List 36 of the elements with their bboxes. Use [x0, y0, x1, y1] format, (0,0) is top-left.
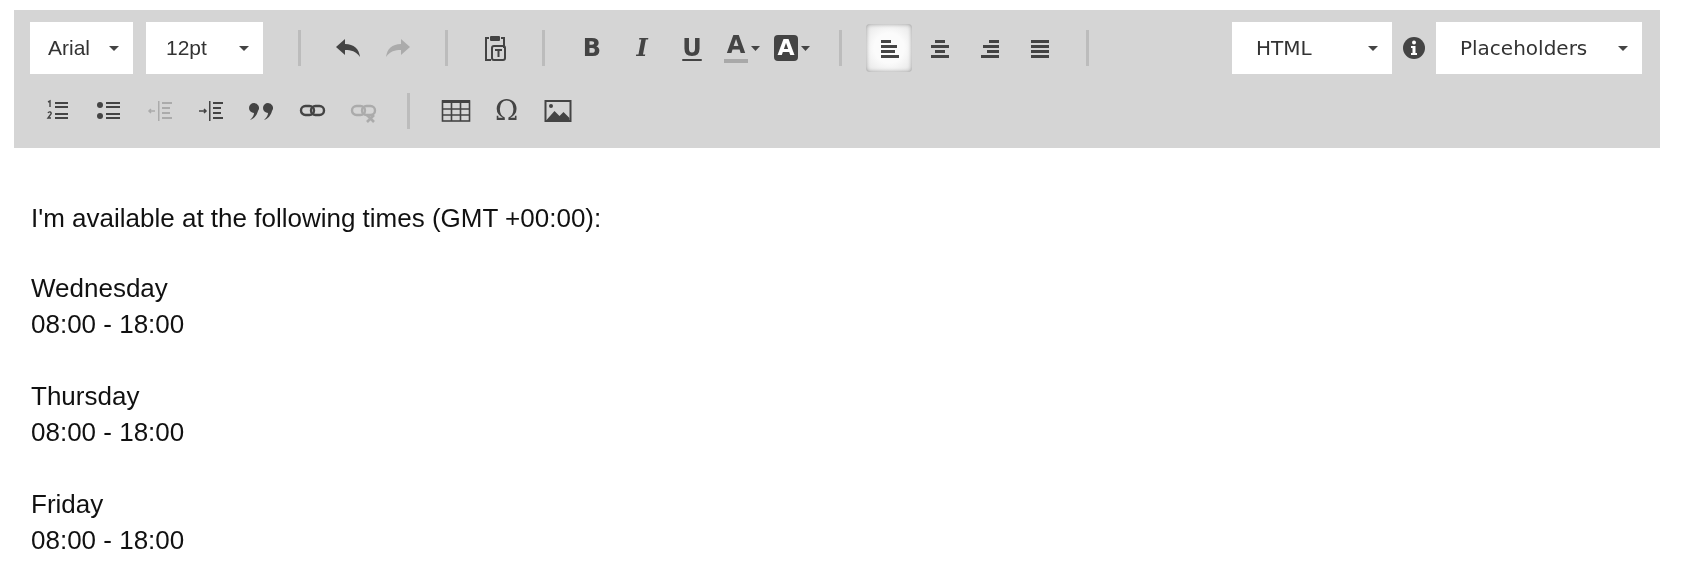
caret-icon — [1368, 45, 1378, 51]
paragraph: I'm available at the following times (GMT +00:00): — [31, 202, 603, 235]
caret-icon — [800, 45, 810, 51]
image-icon — [543, 99, 572, 123]
table-icon — [440, 99, 471, 123]
align-icon — [928, 38, 950, 58]
align-icon — [978, 38, 1000, 58]
text-color-button[interactable]: A — [719, 24, 765, 72]
underline-button[interactable]: U — [669, 24, 715, 72]
dropdown[interactable]: HTML — [1232, 22, 1392, 74]
align-icon — [878, 38, 900, 58]
time-range: 08:00 - 18:00 — [31, 416, 186, 449]
day-name: Wednesday — [31, 272, 169, 305]
day-name: Friday — [31, 488, 105, 521]
time-range: 08:00 - 18:00 — [31, 524, 186, 557]
redo-icon — [385, 38, 411, 58]
italic-button[interactable]: I — [619, 24, 665, 72]
align-left-button[interactable] — [866, 24, 912, 72]
caret-icon — [109, 45, 119, 51]
indent-icon — [197, 99, 224, 123]
undo-icon — [335, 38, 361, 58]
outdent-icon — [146, 99, 173, 123]
dropdown[interactable]: 12pt — [146, 22, 263, 74]
background-color-button[interactable]: A — [769, 24, 815, 72]
dropdown[interactable]: Placeholders — [1436, 22, 1642, 74]
caret-icon — [751, 45, 761, 51]
dropdown[interactable]: Arial — [30, 22, 133, 74]
align-icon — [1028, 38, 1050, 58]
special-character-button[interactable]: Ω — [483, 89, 530, 133]
info-icon — [1402, 36, 1426, 60]
caret-icon — [1618, 45, 1628, 51]
caret-icon — [239, 45, 249, 51]
bold-button[interactable]: B — [569, 24, 615, 72]
day-name: Thursday — [31, 380, 141, 413]
clipboard-icon — [483, 34, 507, 62]
time-range: 08:00 - 18:00 — [31, 308, 186, 341]
